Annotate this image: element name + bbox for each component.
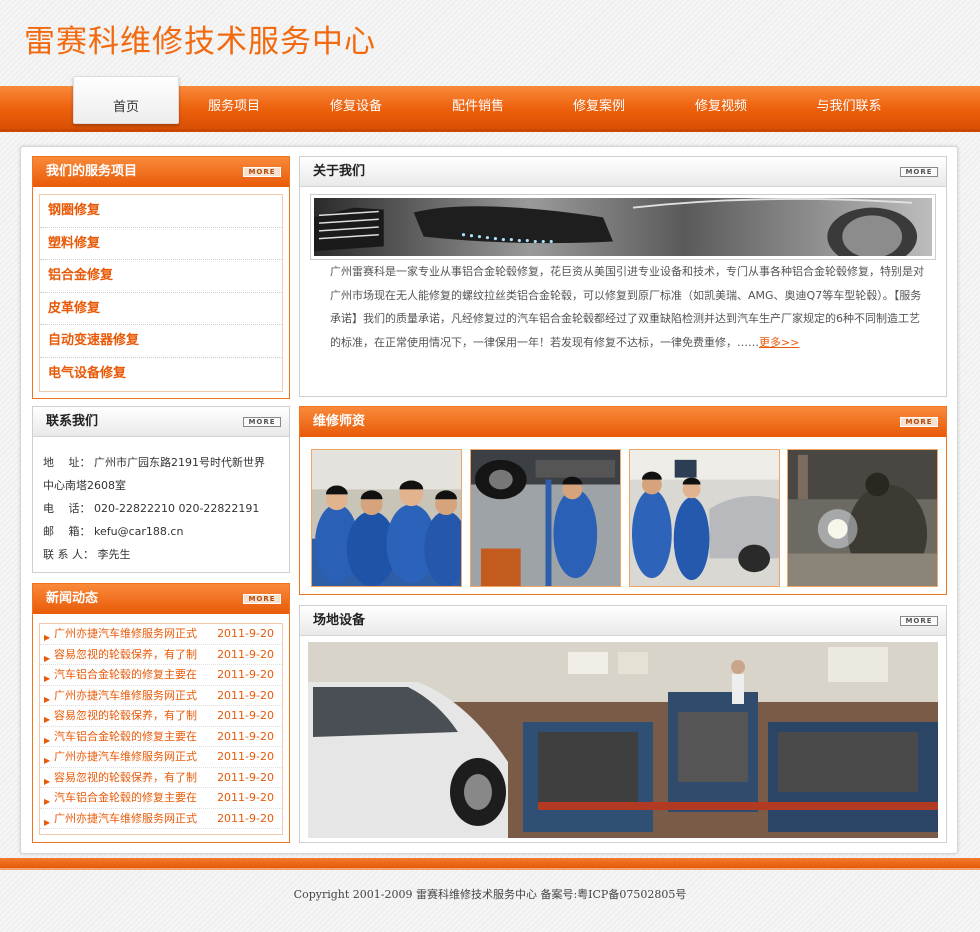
about-read-more-link[interactable]: 更多>> — [759, 336, 799, 349]
nav-item-home[interactable]: 首页 — [73, 76, 179, 124]
services-more-button[interactable]: MORE — [243, 167, 281, 177]
contact-address: 地 址： 广州市广园东路2191号时代新世界 — [43, 456, 265, 469]
news-item[interactable]: ▶ 容易忽视的轮毂保养，有了制 2011-9-20 — [40, 768, 282, 788]
service-item[interactable]: 皮革修复 — [40, 293, 282, 326]
service-item[interactable]: 铝合金修复 — [40, 260, 282, 293]
equipment-more-button[interactable]: MORE — [900, 616, 938, 626]
copyright-text: Copyright 2001-2009 雷赛科维修技术服务中心 备案号:粤ICP… — [293, 888, 687, 901]
service-item[interactable]: 钢圈修复 — [40, 195, 282, 228]
service-item[interactable]: 自动变速器修复 — [40, 325, 282, 358]
news-item[interactable]: ▶ 广州亦捷汽车维修服务网正式 2011-9-20 — [40, 624, 282, 645]
about-header: 关于我们 MORE — [300, 157, 946, 187]
equipment-title: 场地设备 — [313, 613, 366, 628]
about-title: 关于我们 — [313, 164, 366, 179]
service-item[interactable]: 塑料修复 — [40, 228, 282, 261]
about-text: 广州雷赛科是一家专业从事铝合金轮毂修复，花巨资从美国引进专业设备和技术，专门从事… — [330, 265, 924, 349]
bullet-icon: ▶ — [44, 817, 51, 827]
about-box: 关于我们 MORE 广州雷赛科是一家专业从事铝合金轮毂修复，花巨资从美国引进专业… — [299, 156, 947, 397]
news-item[interactable]: ▶ 汽车铝合金轮毂的修复主要在 2011-9-20 — [40, 665, 282, 686]
staff-header: 维修师资 MORE — [300, 407, 946, 437]
staff-box: 维修师资 MORE — [299, 406, 947, 595]
contact-details: 地 址： 广州市广园东路2191号时代新世界 中心南塔2608室 电 话： 02… — [33, 451, 289, 566]
staff-photo-4[interactable] — [787, 449, 938, 587]
contact-more-button[interactable]: MORE — [243, 417, 281, 427]
news-box: 新闻动态 MORE ▶ 广州亦捷汽车维修服务网正式 2011-9-20 ▶ 容易忽视的… — [32, 583, 290, 843]
news-more-button[interactable]: MORE — [243, 594, 281, 604]
news-item[interactable]: ▶ 容易忽视的轮毂保养，有了制 2011-9-20 — [40, 706, 282, 727]
news-item[interactable]: ▶ 汽车铝合金轮毂的修复主要在 2011-9-20 — [40, 788, 282, 809]
contact-header: 联系我们 MORE — [33, 407, 289, 437]
news-list: ▶ 广州亦捷汽车维修服务网正式 2011-9-20 ▶ 容易忽视的轮毂保养，有了制 20… — [39, 623, 283, 835]
contact-phone: 电 话： 020-22822210 020-22822191 — [43, 502, 260, 515]
equipment-header: 场地设备 MORE — [300, 606, 946, 636]
news-header: 新闻动态 MORE — [33, 584, 289, 614]
equipment-box: 场地设备 MORE — [299, 605, 947, 843]
news-item[interactable]: ▶ 广州亦捷汽车维修服务网正式 2011-9-20 — [40, 809, 282, 829]
news-item[interactable]: ▶ 容易忽视的轮毂保养，有了制 2011-9-20 — [40, 645, 282, 665]
contact-address-2: 中心南塔2608室 — [43, 479, 126, 492]
news-item[interactable]: ▶ 广州亦捷汽车维修服务网正式 2011-9-20 — [40, 686, 282, 706]
nav-item-contact[interactable]: 与我们联系 — [792, 86, 906, 128]
staff-photo-1[interactable] — [311, 449, 462, 587]
contact-box: 联系我们 MORE 地 址： 广州市广园东路2191号时代新世界 中心南塔260… — [32, 406, 290, 573]
nav-item-cases[interactable]: 修复案例 — [549, 86, 649, 128]
about-more-button[interactable]: MORE — [900, 167, 938, 177]
contact-person: 联 系 人： 李先生 — [43, 548, 131, 561]
contact-email: 邮 箱： kefu@car188.cn — [43, 525, 184, 538]
site-title[interactable]: 雷赛科维修技术服务中心 — [24, 16, 376, 61]
footer-bar — [0, 858, 980, 870]
news-item[interactable]: ▶ 广州亦捷汽车维修服务网正式 2011-9-20 — [40, 747, 282, 768]
news-title: 新闻动态 — [46, 591, 99, 606]
equipment-photo[interactable] — [308, 642, 938, 838]
nav-item-parts[interactable]: 配件销售 — [428, 86, 528, 128]
header: 雷赛科维修技术服务中心 — [0, 0, 980, 86]
content-panel: 我们的服务项目 MORE 钢圈修复 塑料修复 铝合金修复 皮革修复 自动变速器修… — [20, 146, 958, 854]
services-title: 我们的服务项目 — [46, 164, 138, 179]
main-nav: 首页 服务项目 修复设备 配件销售 修复案例 修复视频 与我们联系 — [0, 76, 980, 132]
services-list: 钢圈修复 塑料修复 铝合金修复 皮革修复 自动变速器修复 电气设备修复 — [39, 194, 283, 392]
staff-photo-2[interactable] — [470, 449, 621, 587]
staff-photo-3[interactable] — [629, 449, 780, 587]
contact-title: 联系我们 — [46, 414, 99, 429]
service-item[interactable]: 电气设备修复 — [40, 358, 282, 391]
news-item[interactable]: ▶ 汽车铝合金轮毂的修复主要在 2011-9-20 — [40, 727, 282, 747]
nav-item-videos[interactable]: 修复视频 — [671, 86, 771, 128]
staff-title: 维修师资 — [313, 414, 366, 429]
nav-item-equipment[interactable]: 修复设备 — [306, 86, 406, 128]
staff-more-button[interactable]: MORE — [900, 417, 938, 427]
services-box: 我们的服务项目 MORE 钢圈修复 塑料修复 铝合金修复 皮革修复 自动变速器修… — [32, 156, 290, 399]
nav-item-services[interactable]: 服务项目 — [184, 86, 284, 128]
about-banner-image — [310, 194, 936, 260]
services-header: 我们的服务项目 MORE — [33, 157, 289, 187]
